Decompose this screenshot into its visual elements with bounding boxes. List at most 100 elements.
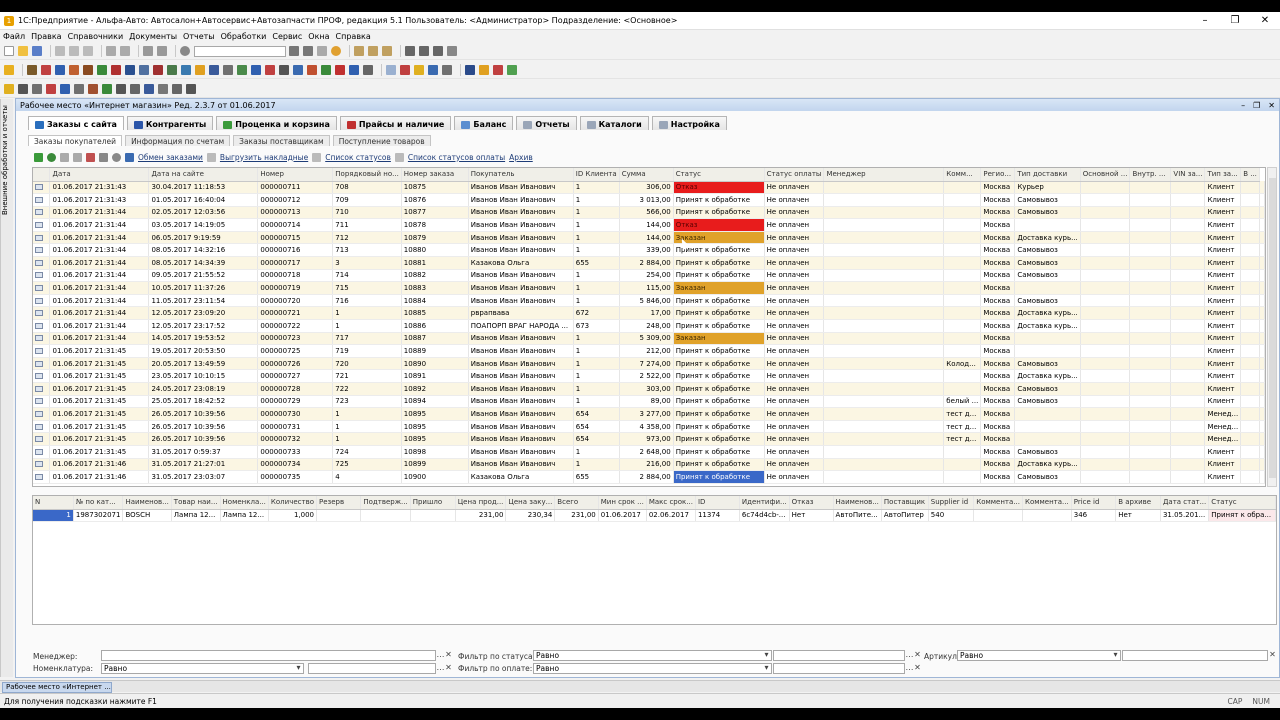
hierarchy-icon[interactable] — [99, 152, 108, 162]
tools-icon[interactable] — [83, 65, 93, 75]
column-header[interactable]: Всего — [554, 496, 599, 510]
find-next-icon[interactable] — [289, 46, 299, 56]
table-row[interactable]: 01.06.2017 21:31:44 08.05.2017 14:34:39 00… — [33, 256, 1265, 270]
column-header[interactable]: Комм... — [943, 168, 982, 182]
gear-icon[interactable] — [158, 84, 168, 94]
table-row[interactable]: 01.06.2017 21:31:44 12.05.2017 23:17:52 00… — [33, 319, 1265, 333]
note-icon[interactable] — [414, 65, 424, 75]
table-row[interactable]: 01.06.2017 21:31:44 08.05.2017 14:32:16 00… — [33, 243, 1265, 258]
menu-catalogs[interactable]: Справочники — [68, 32, 124, 41]
column-header[interactable]: Price id — [1071, 496, 1117, 510]
ws-close-button[interactable]: ✕ — [1268, 101, 1275, 110]
money-icon[interactable] — [97, 65, 107, 75]
export-invoices-link[interactable]: Выгрузить накладные — [220, 153, 308, 162]
nomenclature-clear-icon[interactable]: ✕ — [444, 663, 453, 674]
tab-reports[interactable]: Отчеты — [516, 116, 577, 130]
column-header[interactable]: Номер заказа — [401, 168, 469, 182]
lock-icon[interactable] — [4, 84, 14, 94]
scrollbar-thumb[interactable] — [1269, 178, 1276, 478]
table-row[interactable]: 01.06.2017 21:31:45 26.05.2017 10:39:56 00… — [33, 407, 1265, 421]
menu-reports[interactable]: Отчеты — [183, 32, 215, 41]
column-header[interactable]: Резерв — [316, 496, 362, 510]
column-header[interactable]: Регио... — [980, 168, 1016, 182]
column-header[interactable]: Цена прод... — [455, 496, 507, 510]
tab-counterparties[interactable]: Контрагенты — [126, 116, 214, 130]
phone-icon[interactable] — [74, 84, 84, 94]
price-icon[interactable] — [279, 65, 289, 75]
new-document-icon[interactable] — [4, 46, 14, 56]
green-icon[interactable] — [507, 65, 517, 75]
module-icon[interactable] — [4, 65, 14, 75]
column-header[interactable]: Подтверж... — [360, 496, 411, 510]
debt-icon[interactable] — [335, 65, 345, 75]
list-icon[interactable] — [386, 65, 396, 75]
column-header[interactable]: Порядковый но... — [332, 168, 402, 182]
column-header[interactable]: Товар наи... — [171, 496, 221, 510]
status-clear-icon[interactable]: ✕ — [913, 650, 922, 661]
table-row[interactable]: 01.06.2017 21:31:44 09.05.2017 21:55:52 00… — [33, 269, 1265, 283]
arrow-icon[interactable] — [18, 84, 28, 94]
taskbar-item-workspace[interactable]: Рабочее место «Интернет ... — [2, 682, 112, 693]
invoice-icon[interactable] — [195, 65, 205, 75]
nomenclature-filter-input[interactable] — [308, 663, 436, 674]
orders-table[interactable]: Дата Дата на сайте Номер Порядковый но... Но… — [32, 167, 1266, 487]
payment-icon[interactable] — [321, 65, 331, 75]
table-row[interactable]: 01.06.2017 21:31:44 02.05.2017 12:03:56 00… — [33, 206, 1265, 220]
search-icon[interactable] — [180, 46, 190, 56]
column-header[interactable]: Тип доставки — [1014, 168, 1081, 182]
subtab-supplier-orders[interactable]: Заказы поставщикам — [233, 135, 330, 146]
edit-pencil-icon[interactable] — [34, 152, 43, 162]
service-icon[interactable] — [41, 65, 51, 75]
bank-icon[interactable] — [349, 65, 359, 75]
subtab-customer-orders[interactable]: Заказы покупателей — [28, 135, 123, 146]
table-row[interactable]: 01.06.2017 21:31:46 31.05.2017 21:27:01 00… — [33, 458, 1265, 472]
status-condition-select[interactable]: Равно — [533, 650, 772, 661]
orders-icon[interactable] — [153, 65, 163, 75]
table-row[interactable]: 01.06.2017 21:31:44 10.05.2017 11:37:26 00… — [33, 281, 1265, 295]
archive-link[interactable]: Архив — [509, 153, 533, 162]
column-header[interactable]: Покупатель — [468, 168, 574, 182]
help-icon[interactable] — [447, 46, 457, 56]
table-row[interactable]: 01.06.2017 21:31:44 11.05.2017 23:11:54 00… — [33, 294, 1265, 308]
side-panel-external[interactable]: Внешние обработки и отчеты — [0, 99, 13, 677]
nomenclature-condition-select[interactable]: Равно — [101, 663, 304, 674]
minimize-button[interactable]: – — [1190, 15, 1220, 26]
column-header[interactable]: Коммента... — [1022, 496, 1072, 510]
table-row[interactable]: 1 1987302071 BOSCH Лампа 12... Лампа 12... 1,… — [33, 509, 1276, 523]
column-header[interactable]: Основной ... — [1080, 168, 1131, 182]
column-header[interactable]: N — [33, 496, 74, 510]
article-clear-icon[interactable]: ✕ — [1268, 650, 1277, 661]
table-row[interactable]: 01.06.2017 21:31:43 01.05.2017 16:40:04 00… — [33, 193, 1265, 207]
subtab-invoices-info[interactable]: Информация по счетам — [125, 135, 231, 146]
parts-icon[interactable] — [55, 65, 65, 75]
bookmark-m-icon[interactable] — [405, 46, 415, 56]
menu-documents[interactable]: Документы — [129, 32, 177, 41]
docs-icon[interactable] — [293, 65, 303, 75]
export-icon[interactable] — [428, 65, 438, 75]
table-row[interactable]: 01.06.2017 21:31:45 31.05.2017 0:59:37 000… — [33, 445, 1265, 459]
outcome-icon[interactable] — [251, 65, 261, 75]
save-icon[interactable] — [32, 46, 42, 56]
table-row[interactable]: 01.06.2017 21:31:45 20.05.2017 13:49:59 00… — [33, 357, 1265, 371]
people-icon[interactable] — [125, 65, 135, 75]
menu-windows[interactable]: Окна — [308, 32, 329, 41]
return-icon[interactable] — [265, 65, 275, 75]
menu-processing[interactable]: Обработки — [221, 32, 267, 41]
ws-restore-button[interactable]: ❐ — [1253, 101, 1260, 110]
payment-clear-icon[interactable]: ✕ — [913, 663, 922, 674]
article-filter-input[interactable] — [1122, 650, 1268, 661]
order-items-table[interactable]: N № по кат... Наименов... Товар наи... Номен… — [32, 495, 1277, 625]
filter-funnel-icon[interactable] — [60, 152, 69, 162]
column-header[interactable]: Макс срок... — [646, 496, 696, 510]
column-header[interactable]: Отказ — [789, 496, 834, 510]
stock-icon[interactable] — [167, 65, 177, 75]
text-icon[interactable] — [382, 46, 392, 56]
column-header[interactable]: Номенкла... — [220, 496, 269, 510]
replace-icon[interactable] — [317, 46, 327, 56]
column-header[interactable]: Наименов... — [833, 496, 882, 510]
column-header[interactable]: Статус — [673, 168, 765, 182]
search-icon[interactable] — [112, 152, 121, 162]
chart-icon[interactable] — [400, 65, 410, 75]
chevron-down-icon[interactable]: ▾ — [762, 650, 771, 661]
tab-prices-stock[interactable]: Прайсы и наличие — [339, 116, 452, 130]
